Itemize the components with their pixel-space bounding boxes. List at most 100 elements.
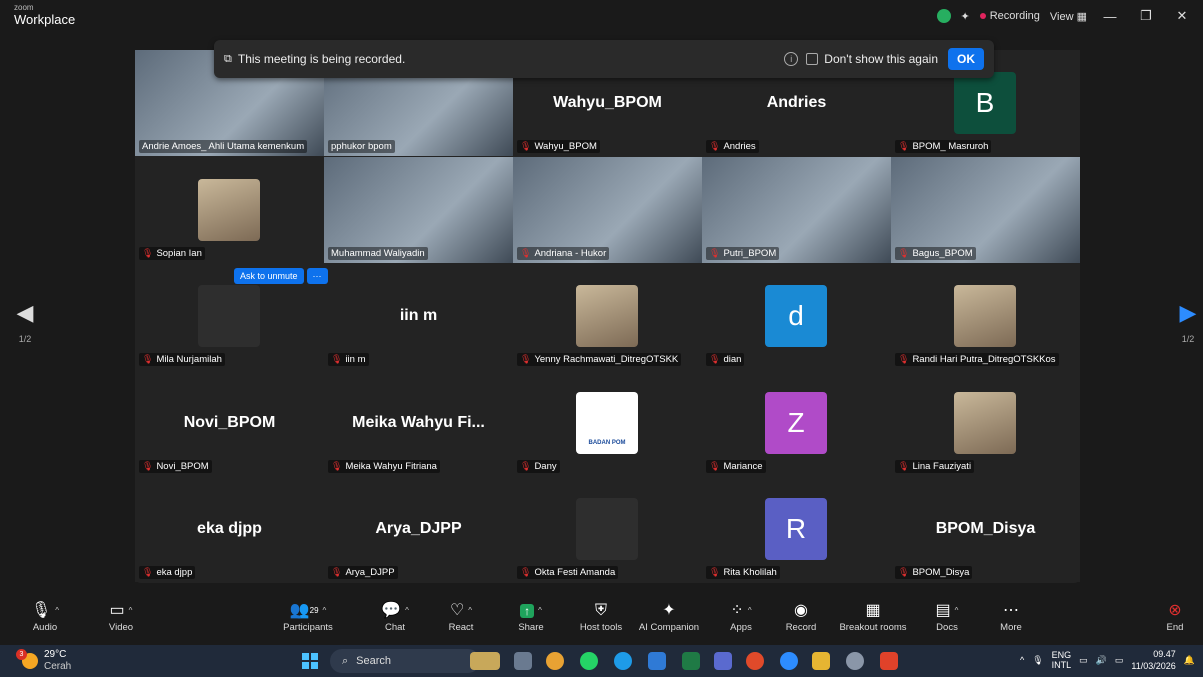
apps-button[interactable]: ⁘ ^ Apps <box>724 600 758 633</box>
participant-tile[interactable]: 🎙 Bagus_BPOM <box>891 156 1080 263</box>
ask-unmute-popup: Ask to unmute ··· <box>234 268 328 284</box>
participant-tile[interactable]: Z 🎙 Mariance <box>702 369 891 476</box>
grid-icon: ▦ <box>1076 10 1087 23</box>
weather-sun-icon: 3 <box>16 649 38 669</box>
battery-icon[interactable]: ▭ <box>1115 655 1124 666</box>
app-icon[interactable] <box>746 652 764 670</box>
participant-name: Sopian Ian <box>156 247 202 259</box>
clock-time: 09.47 <box>1153 649 1176 659</box>
chevron-up-icon[interactable]: ^ <box>405 606 409 615</box>
participant-tile[interactable]: d 🎙 dian <box>702 263 891 369</box>
meeting-toolbar: 🎙 ^ Audio ▭ ^ Video 👥29 ^ Participants 💬 ^ C… <box>0 598 1203 641</box>
security-shield-icon[interactable] <box>936 9 951 23</box>
dont-show-checkbox[interactable] <box>806 53 819 65</box>
windows-start-icon[interactable] <box>302 653 318 669</box>
chat-button[interactable]: 💬 ^ Chat <box>378 600 412 633</box>
participant-display-name: iin m <box>399 307 438 324</box>
chevron-up-icon[interactable]: ^ <box>955 606 959 615</box>
brand-small: zoom <box>14 3 34 12</box>
notification-bell-icon[interactable]: 🔔 <box>1184 655 1195 666</box>
participant-tile[interactable]: eka djpp 🎙 eka djpp <box>135 476 324 582</box>
participant-tile[interactable]: Muhammad Waliyadin <box>324 156 513 263</box>
chevron-right-icon: ▶ <box>1179 300 1197 325</box>
os-taskbar: 3 29°C Cerah ⌕ Search ^ 🎙 ENG INTL ▭ 🔊 ▭… <box>0 645 1203 677</box>
participant-tile[interactable]: Novi_BPOM 🎙 Novi_BPOM <box>135 369 324 476</box>
participant-tile[interactable]: Arya_DJPP 🎙 Arya_DJPP <box>324 476 513 582</box>
task-view-icon[interactable] <box>514 652 532 670</box>
participant-name-label: 🎙 Andriana - Hukor <box>517 246 610 260</box>
audio-button[interactable]: 🎙 ^ Audio <box>28 600 62 633</box>
react-button[interactable]: ♡ ^ React <box>444 600 478 633</box>
host-tools-button[interactable]: ⛨ Host tools <box>578 600 624 633</box>
dont-show-label[interactable]: Don't show this again <box>824 52 938 66</box>
mic-muted-icon: 🎙 <box>331 354 343 364</box>
clock[interactable]: 09.47 11/03/2026 <box>1131 648 1175 672</box>
participant-tile[interactable]: R 🎙 Rita Kholilah <box>702 476 891 582</box>
sparkle-icon[interactable]: ✦ <box>961 10 970 23</box>
whatsapp-icon[interactable] <box>580 652 598 670</box>
participant-tile[interactable]: 🎙 Lina Fauziyati <box>891 369 1080 476</box>
restore-button[interactable]: ❐ <box>1133 8 1159 24</box>
participant-name: dian <box>723 354 742 365</box>
end-button[interactable]: ⊗ End <box>1160 600 1190 633</box>
chevron-up-icon[interactable]: ^ <box>323 606 327 615</box>
recording-indicator[interactable]: Recording <box>979 10 1040 22</box>
chevron-up-icon[interactable]: ^ <box>748 606 752 615</box>
docs-button[interactable]: ▤ ^ Docs <box>930 600 964 633</box>
view-button[interactable]: View ▦ <box>1050 10 1087 23</box>
pdf-icon[interactable] <box>880 652 898 670</box>
chevron-up-icon[interactable]: ^ <box>129 606 133 615</box>
volume-icon[interactable]: 🔊 <box>1096 655 1107 666</box>
next-page-button[interactable]: ▶ 1/2 <box>1173 300 1203 344</box>
weather-widget[interactable]: 3 29°C Cerah <box>16 649 71 673</box>
participant-tile[interactable]: 🎙 Sopian Ian <box>135 156 324 263</box>
participant-tile[interactable]: 🎙 Yenny Rachmawati_DitregOTSKK <box>513 263 702 369</box>
participant-tile[interactable]: BADAN POM 🎙 Dany <box>513 369 702 476</box>
prev-page-button[interactable]: ◀ 1/2 <box>10 300 40 344</box>
mic-muted-icon: 🎙 <box>520 141 532 151</box>
chevron-up-icon[interactable]: ^ <box>538 606 542 615</box>
record-button[interactable]: ◉ Record <box>784 600 818 633</box>
participants-button[interactable]: 👥29 ^ Participants <box>280 600 336 633</box>
participant-tile[interactable]: 🎙 Randi Hari Putra_DitregOTSKKos <box>891 263 1080 369</box>
participant-name-label: 🎙 Andries <box>706 140 759 153</box>
participant-name: Mariance <box>723 460 763 472</box>
chevron-up-icon[interactable]: ^ <box>1020 655 1024 665</box>
chevron-up-icon[interactable]: ^ <box>468 606 472 615</box>
participant-tile[interactable]: 🎙 Okta Festi Amanda <box>513 476 702 582</box>
taskbar-widget-icon[interactable] <box>470 652 500 670</box>
file-explorer-icon[interactable] <box>812 652 830 670</box>
chat-icon: 💬 <box>381 602 402 620</box>
breakout-rooms-button[interactable]: ▦ Breakout rooms <box>836 600 910 633</box>
ask-to-unmute-button[interactable]: Ask to unmute <box>234 268 304 284</box>
participant-tile[interactable]: 🎙 Putri_BPOM <box>702 156 891 263</box>
ok-button[interactable]: OK <box>948 48 984 70</box>
chrome-icon[interactable] <box>546 652 564 670</box>
teams-icon[interactable] <box>714 652 732 670</box>
language-indicator[interactable]: ENG INTL <box>1052 650 1072 670</box>
info-icon[interactable]: i <box>784 52 799 66</box>
keyboard-layout: INTL <box>1051 660 1072 670</box>
minimize-button[interactable]: — <box>1097 9 1123 24</box>
store-icon[interactable] <box>648 652 666 670</box>
mic-tray-icon[interactable]: 🎙 <box>1032 655 1043 666</box>
participant-tile[interactable]: iin m 🎙 iin m <box>324 263 513 369</box>
zoom-app-icon[interactable] <box>780 652 798 670</box>
ai-companion-button[interactable]: ✦ AI Companion <box>636 600 702 633</box>
share-button[interactable]: ↑ ^ Share <box>514 600 548 633</box>
network-icon[interactable]: ▭ <box>1079 655 1088 666</box>
participant-tile[interactable]: BPOM_Disya 🎙 BPOM_Disya <box>891 476 1080 582</box>
video-button[interactable]: ▭ ^ Video <box>104 600 138 633</box>
settings-icon[interactable] <box>846 652 864 670</box>
participant-name-label: 🎙 BPOM_ Masruroh <box>895 140 992 153</box>
chevron-up-icon[interactable]: ^ <box>55 606 59 615</box>
participant-tile[interactable]: Meika Wahyu Fi... 🎙 Meika Wahyu Fitriana <box>324 369 513 476</box>
more-button[interactable]: ⋯ More <box>994 600 1028 633</box>
participant-tile[interactable]: 🎙 Andriana - Hukor <box>513 156 702 263</box>
taskbar-search[interactable]: ⌕ Search <box>330 649 480 673</box>
tile-more-button[interactable]: ··· <box>306 268 328 284</box>
close-button[interactable]: ✕ <box>1169 8 1195 24</box>
edge-icon[interactable] <box>614 652 632 670</box>
excel-icon[interactable] <box>682 652 700 670</box>
apps-icon: ⁘ <box>730 602 744 620</box>
